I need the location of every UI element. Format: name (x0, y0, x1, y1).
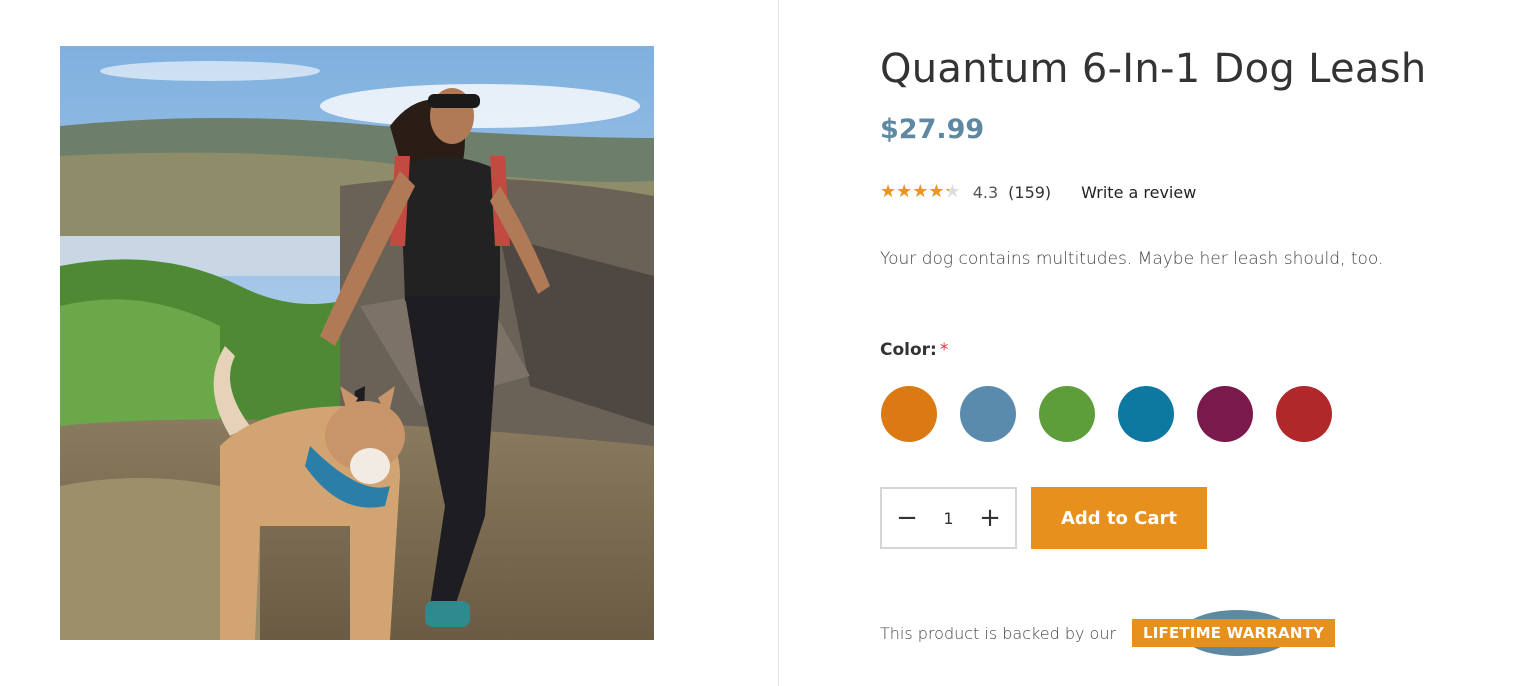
image-column (0, 0, 779, 686)
star-rating: ★★★★★ ★★★★★ (880, 182, 961, 202)
review-count[interactable]: (159) (1008, 183, 1051, 202)
star-icons-filled: ★★★★★ (880, 182, 949, 202)
write-review-link[interactable]: Write a review (1081, 183, 1196, 202)
color-swatches (881, 386, 1355, 442)
color-swatch-orange[interactable] (881, 386, 937, 442)
warranty-row: This product is backed by our LIFETIME W… (880, 610, 1336, 656)
color-swatch-red[interactable] (1276, 386, 1332, 442)
add-to-cart-button[interactable]: Add to Cart (1031, 487, 1207, 549)
color-swatch-teal-blue[interactable] (1118, 386, 1174, 442)
product-title: Quantum 6-In-1 Dog Leash (880, 46, 1427, 92)
product-image[interactable] (60, 46, 654, 640)
warranty-text: This product is backed by our (880, 623, 1117, 643)
product-price: $27.99 (880, 114, 985, 145)
quantity-input[interactable] (933, 508, 964, 528)
color-swatch-plum[interactable] (1197, 386, 1253, 442)
quantity-stepper: − + (880, 487, 1017, 549)
color-label: Color: * (880, 340, 948, 360)
product-description: Your dog contains multitudes. Maybe her … (880, 249, 1384, 269)
color-swatch-green[interactable] (1039, 386, 1095, 442)
product-photo (60, 46, 654, 640)
color-label-text: Color: (880, 340, 937, 360)
lifetime-warranty-badge[interactable]: LIFETIME WARRANTY (1132, 610, 1336, 656)
required-asterisk: * (939, 340, 949, 360)
badge-banner: LIFETIME WARRANTY (1132, 619, 1336, 647)
decrease-quantity-button[interactable]: − (896, 505, 918, 531)
product-details: Quantum 6-In-1 Dog Leash $27.99 ★★★★★ ★★… (880, 0, 1520, 686)
increase-quantity-button[interactable]: + (979, 505, 1001, 531)
rating-value: 4.3 (972, 182, 999, 202)
rating-row: ★★★★★ ★★★★★ 4.3 (159) Write a review (880, 180, 1196, 204)
color-swatch-blue-gray[interactable] (960, 386, 1016, 442)
